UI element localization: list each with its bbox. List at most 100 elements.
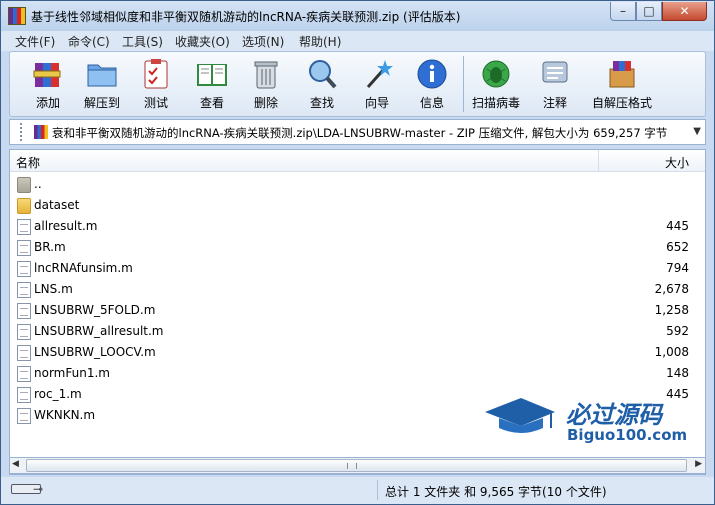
add-archive-icon xyxy=(31,57,65,91)
wizard-button[interactable]: 向导 xyxy=(351,54,403,114)
file-name: roc_1.m xyxy=(34,387,82,401)
comment-button[interactable]: 注释 xyxy=(529,54,581,114)
file-size: 794 xyxy=(666,261,689,275)
add-label: 添加 xyxy=(35,96,60,110)
winrar-app-icon[interactable] xyxy=(8,7,26,25)
file-name: LNS.m xyxy=(34,282,73,296)
file-row[interactable]: LNSUBRW_allresult.m 592 xyxy=(10,321,705,342)
scroll-right-arrow-icon[interactable]: ▶ xyxy=(695,459,702,469)
file-size: 2,678 xyxy=(654,282,689,296)
key-icon[interactable]: ⊸ xyxy=(33,482,43,496)
sfx-button[interactable]: 自解压格式 xyxy=(590,54,654,114)
close-button[interactable]: ✕ xyxy=(662,2,707,21)
file-name: WKNKN.m xyxy=(34,408,96,422)
file-name: BR.m xyxy=(34,240,66,254)
file-row[interactable]: lncRNAfunsim.m 794 xyxy=(10,258,705,279)
path-dropdown-button[interactable]: ▼ xyxy=(693,126,701,137)
file-icon xyxy=(17,240,31,256)
virus-scan-icon xyxy=(479,57,513,91)
status-summary: 总计 1 文件夹 和 9,565 字节(10 个文件) xyxy=(385,485,607,499)
find-button[interactable]: 查找 xyxy=(296,54,348,114)
test-clipboard-icon xyxy=(139,57,173,91)
menu-help[interactable]: 帮助(H) xyxy=(299,33,341,50)
file-name: dataset xyxy=(34,198,80,212)
title-bar[interactable]: 基于线性邻域相似度和非平衡双随机游动的lncRNA-疾病关联预测.zip (评估… xyxy=(1,1,714,31)
minimize-button[interactable]: – xyxy=(610,2,636,21)
file-row[interactable]: LNS.m 2,678 xyxy=(10,279,705,300)
info-label: 信息 xyxy=(419,96,444,110)
horizontal-scrollbar[interactable]: ◀ ▶ xyxy=(9,457,706,474)
file-icon xyxy=(17,408,31,424)
folder-icon xyxy=(17,177,31,193)
view-book-icon xyxy=(195,57,229,91)
menu-tools[interactable]: 工具(S) xyxy=(122,33,163,50)
status-bar: ⊸ 总计 1 文件夹 和 9,565 字节(10 个文件) xyxy=(1,477,714,504)
column-name-header[interactable]: 名称 xyxy=(16,154,40,171)
menu-file[interactable]: 文件(F) xyxy=(15,33,55,50)
file-row[interactable]: allresult.m 445 xyxy=(10,216,705,237)
comment-label: 注释 xyxy=(542,96,567,110)
scan-virus-label: 扫描病毒 xyxy=(471,96,520,110)
comment-icon xyxy=(538,57,572,91)
file-size: 1,258 xyxy=(654,303,689,317)
file-row[interactable]: BR.m 652 xyxy=(10,237,705,258)
info-button[interactable]: 信息 xyxy=(406,54,458,114)
file-row[interactable]: normFun1.m 148 xyxy=(10,363,705,384)
file-size: 652 xyxy=(666,240,689,254)
path-grip-icon xyxy=(20,123,28,141)
delete-button[interactable]: 删除 xyxy=(240,54,292,114)
file-icon xyxy=(17,345,31,361)
watermark-title: 必过源码 xyxy=(566,401,662,429)
maximize-button[interactable]: □ xyxy=(636,2,662,21)
file-name: normFun1.m xyxy=(34,366,110,380)
file-size: 1,008 xyxy=(654,345,689,359)
extract-to-button[interactable]: 解压到 xyxy=(76,54,128,114)
info-icon xyxy=(415,57,449,91)
sfx-label: 自解压格式 xyxy=(591,96,652,110)
view-button[interactable]: 查看 xyxy=(186,54,238,114)
file-row[interactable]: LNSUBRW_5FOLD.m 1,258 xyxy=(10,300,705,321)
path-bar[interactable]: 衰和非平衡双随机游动的lncRNA-疾病关联预测.zip\LDA-LNSUBRW… xyxy=(9,119,706,145)
file-rows: .. dataset allresult.m 445 BR.m 652 lncRNAfuns… xyxy=(10,174,705,426)
delete-label: 删除 xyxy=(253,96,278,110)
archive-icon xyxy=(34,125,48,139)
menu-options[interactable]: 选项(N) xyxy=(242,33,284,50)
menu-command[interactable]: 命令(C) xyxy=(68,33,110,50)
file-name: LNSUBRW_LOOCV.m xyxy=(34,345,156,359)
toolbar-separator xyxy=(463,56,464,112)
file-name: LNSUBRW_5FOLD.m xyxy=(34,303,156,317)
file-row[interactable]: LNSUBRW_LOOCV.m 1,008 xyxy=(10,342,705,363)
menu-bar: 文件(F) 命令(C) 工具(S) 收藏夹(O) 选项(N) 帮助(H) xyxy=(1,31,714,51)
file-icon xyxy=(17,387,31,403)
file-icon xyxy=(17,282,31,298)
folder-icon xyxy=(17,198,31,214)
file-name: LNSUBRW_allresult.m xyxy=(34,324,164,338)
column-size-header[interactable]: 大小 xyxy=(665,154,689,171)
window-title: 基于线性邻域相似度和非平衡双随机游动的lncRNA-疾病关联预测.zip (评估… xyxy=(31,10,461,24)
file-size: 148 xyxy=(666,366,689,380)
path-text: 衰和非平衡双随机游动的lncRNA-疾病关联预测.zip\LDA-LNSUBRW… xyxy=(52,126,668,140)
column-header: 名称 大小 xyxy=(10,150,705,172)
test-button[interactable]: 测试 xyxy=(130,54,182,114)
file-size: 445 xyxy=(666,387,689,401)
column-divider[interactable] xyxy=(598,150,599,172)
scroll-left-arrow-icon[interactable]: ◀ xyxy=(12,459,19,469)
status-divider xyxy=(377,480,378,500)
file-name: .. xyxy=(34,177,42,191)
scrollbar-thumb[interactable] xyxy=(26,459,687,472)
file-name: lncRNAfunsim.m xyxy=(34,261,133,275)
file-icon xyxy=(17,324,31,340)
trash-icon xyxy=(249,57,283,91)
scan-virus-button[interactable]: 扫描病毒 xyxy=(470,54,522,114)
add-button[interactable]: 添加 xyxy=(22,54,74,114)
file-icon xyxy=(17,366,31,382)
file-size: 445 xyxy=(666,219,689,233)
test-label: 测试 xyxy=(143,96,168,110)
file-icon xyxy=(17,261,31,277)
extract-to-label: 解压到 xyxy=(83,96,120,110)
parent-folder-row[interactable]: .. xyxy=(10,174,705,195)
menu-favorites[interactable]: 收藏夹(O) xyxy=(175,33,230,50)
folder-row[interactable]: dataset xyxy=(10,195,705,216)
watermark-subtitle: Biguo100.com xyxy=(567,426,688,444)
wizard-wand-icon xyxy=(360,57,394,91)
